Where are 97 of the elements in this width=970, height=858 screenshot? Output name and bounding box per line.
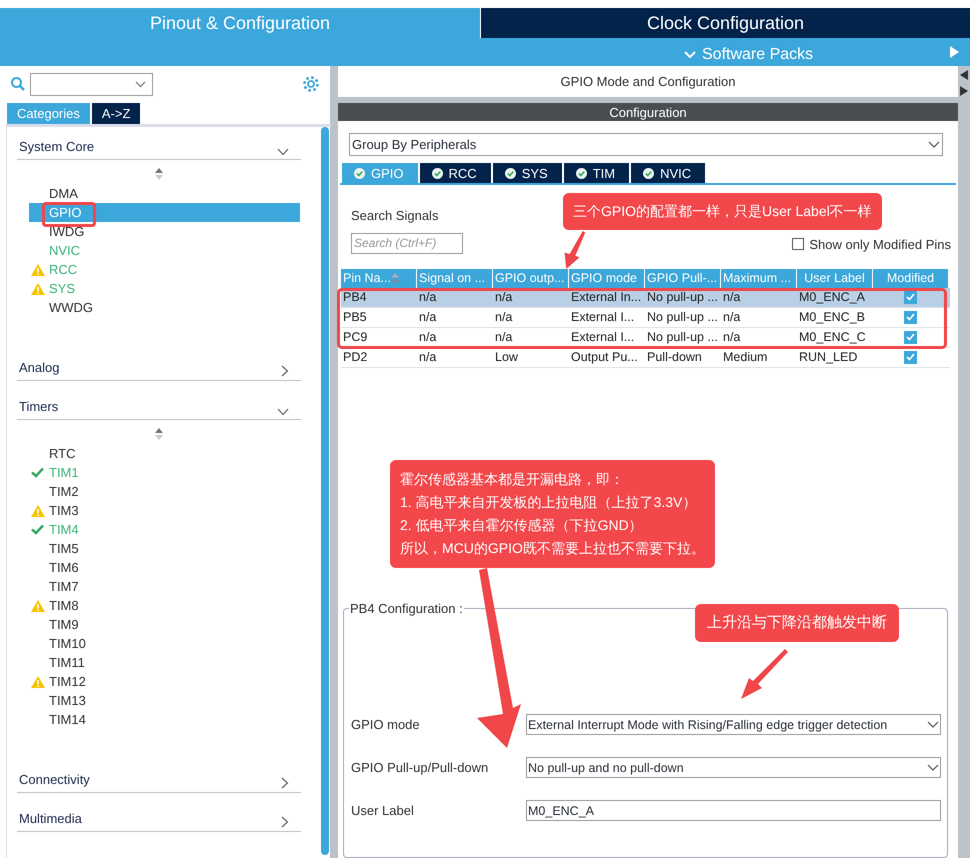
table-cell-text: No pull-up ... xyxy=(646,309,719,326)
table-cell-text: External I... xyxy=(570,309,636,326)
table-cell-text: n/a xyxy=(418,309,438,326)
sidebar-item[interactable]: TIM7 xyxy=(29,577,300,596)
sidebar-item[interactable]: TIM3 xyxy=(29,501,300,520)
table-cell-text: n/a xyxy=(494,309,514,326)
table-cell-text: n/a xyxy=(722,289,742,306)
sidebar-tab[interactable]: A->Z xyxy=(92,103,140,124)
table-cell-text: PD2 xyxy=(342,349,368,366)
callout-note: 霍尔传感器基本都是开漏电路，即： 1. 高电平来自开发板的上拉电阻（上拉了3.3V） 2. 低电平来自霍尔传感器（下拉GND） 所以，MCU的GPIO既不需要上拉也不需要下拉。 xyxy=(390,460,715,568)
chevron-down-icon xyxy=(927,764,939,772)
table-cell-text: M0_ENC_B xyxy=(798,309,866,326)
sort-icon[interactable] xyxy=(155,428,163,440)
search-combo-box[interactable] xyxy=(30,72,153,96)
checkbox[interactable] xyxy=(904,330,917,344)
settings-icon[interactable] xyxy=(302,75,320,93)
sidebar-item[interactable]: WWDG xyxy=(29,298,300,317)
sidebar-item[interactable]: TIM13 xyxy=(29,691,300,710)
category-header[interactable]: Connectivity xyxy=(17,766,301,793)
table-cell-text: n/a xyxy=(418,329,438,346)
table-cell-text: Pull-down xyxy=(646,349,703,366)
category-header[interactable]: Multimedia xyxy=(17,805,301,832)
checkbox[interactable] xyxy=(904,310,917,324)
group-by-dropdown[interactable]: Group By Peripherals xyxy=(349,133,943,156)
check-circle-icon xyxy=(432,168,443,179)
table-cell-text: n/a xyxy=(722,309,742,326)
category-header[interactable]: Analog xyxy=(17,354,301,381)
sidebar-item[interactable]: TIM6 xyxy=(29,558,300,577)
search-signals-label: Search Signals xyxy=(351,207,440,226)
table-cell-text: No pull-up ... xyxy=(646,289,719,306)
table-cell-text: M0_ENC_C xyxy=(798,329,867,346)
sidebar-item[interactable]: IWDG xyxy=(29,222,300,241)
chevron-down-icon xyxy=(928,141,940,148)
table-cell-text: n/a xyxy=(722,329,742,346)
config-tab[interactable]: TIM xyxy=(564,163,630,184)
sidebar-item[interactable]: RTC xyxy=(29,444,300,463)
search-icon[interactable] xyxy=(10,76,26,92)
sidebar-item[interactable]: TIM11 xyxy=(29,653,300,672)
table-cell-text: PC9 xyxy=(342,329,368,346)
play-icon[interactable] xyxy=(950,46,959,58)
sidebar-item[interactable]: TIM5 xyxy=(29,539,300,558)
sort-icon[interactable] xyxy=(155,168,163,180)
config-tab[interactable]: RCC xyxy=(420,163,491,184)
check-circle-icon xyxy=(504,168,516,179)
table-cell-text: No pull-up ... xyxy=(646,329,719,346)
table-cell-text: External In... xyxy=(570,289,642,306)
category-header[interactable]: Timers xyxy=(17,393,301,420)
chevron-down-icon xyxy=(927,721,939,728)
field-label: GPIO Pull-up/Pull-down xyxy=(351,759,490,778)
table-cell-text: M0_ENC_A xyxy=(798,289,866,306)
chevron-down-icon xyxy=(684,51,696,59)
table-cell-text: PB5 xyxy=(342,309,368,326)
checkbox[interactable] xyxy=(904,350,917,364)
dropdown[interactable]: External Interrupt Mode with Rising/Falling edge trigger detection xyxy=(526,714,941,736)
table-cell-text: n/a xyxy=(494,289,514,306)
checkbox[interactable] xyxy=(904,290,917,304)
table-cell-text: n/a xyxy=(494,329,514,346)
configuration-header: Configuration xyxy=(338,103,958,122)
chevron-down-icon xyxy=(135,80,146,88)
table-cell-text: Low xyxy=(494,349,519,366)
callout-note: 三个GPIO的配置都一样，只是User Label不一样 xyxy=(563,193,882,230)
config-tab[interactable]: NVIC xyxy=(631,163,706,184)
check-circle-icon xyxy=(643,168,654,179)
sidebar-item[interactable]: TIM8 xyxy=(29,596,300,615)
top-tab[interactable]: Clock Configuration xyxy=(481,8,970,38)
check-circle-icon xyxy=(354,168,365,179)
triangle-right-icon[interactable] xyxy=(960,86,968,96)
field-label: User Label xyxy=(351,802,415,820)
sidebar-item[interactable]: TIM10 xyxy=(29,634,300,653)
input-field[interactable]: M0_ENC_A xyxy=(526,800,941,822)
panel-title: GPIO Mode and Configuration xyxy=(560,72,736,91)
search-field[interactable]: Search (Ctrl+F) xyxy=(351,232,463,254)
callout-note: 上升沿与下降沿都触发中断 xyxy=(695,604,899,642)
table-cell-text: PB4 xyxy=(342,289,368,306)
sidebar-item[interactable]: TIM9 xyxy=(29,615,300,634)
checkbox[interactable] xyxy=(792,238,804,250)
category-header[interactable]: System Core xyxy=(17,133,301,160)
dropdown[interactable]: No pull-up and no pull-down xyxy=(526,757,941,778)
arrow xyxy=(741,649,789,699)
check-circle-icon xyxy=(576,168,587,179)
sidebar-item[interactable]: TIM14 xyxy=(29,710,300,729)
scrollbar-thumb[interactable] xyxy=(321,127,329,855)
sort-icon xyxy=(390,272,399,284)
sidebar-item[interactable]: TIM12 xyxy=(29,672,300,691)
table-cell-text: Output Pu... xyxy=(570,349,639,366)
table-cell-text: Medium xyxy=(722,349,768,366)
triangle-left-icon[interactable] xyxy=(960,70,968,80)
table-cell-text: n/a xyxy=(418,349,438,366)
config-tab[interactable]: SYS xyxy=(492,163,562,184)
table-cell-text: RUN_LED xyxy=(798,349,858,366)
sidebar-item[interactable]: TIM2 xyxy=(29,482,300,501)
table-cell-text: n/a xyxy=(418,289,438,306)
highlight-frame xyxy=(42,202,96,227)
field-label: GPIO mode xyxy=(351,716,421,734)
checkbox-label: Show only Modified Pins xyxy=(809,236,951,254)
sidebar-item[interactable]: DMA xyxy=(29,184,300,203)
table-cell-text: External I... xyxy=(570,329,636,346)
